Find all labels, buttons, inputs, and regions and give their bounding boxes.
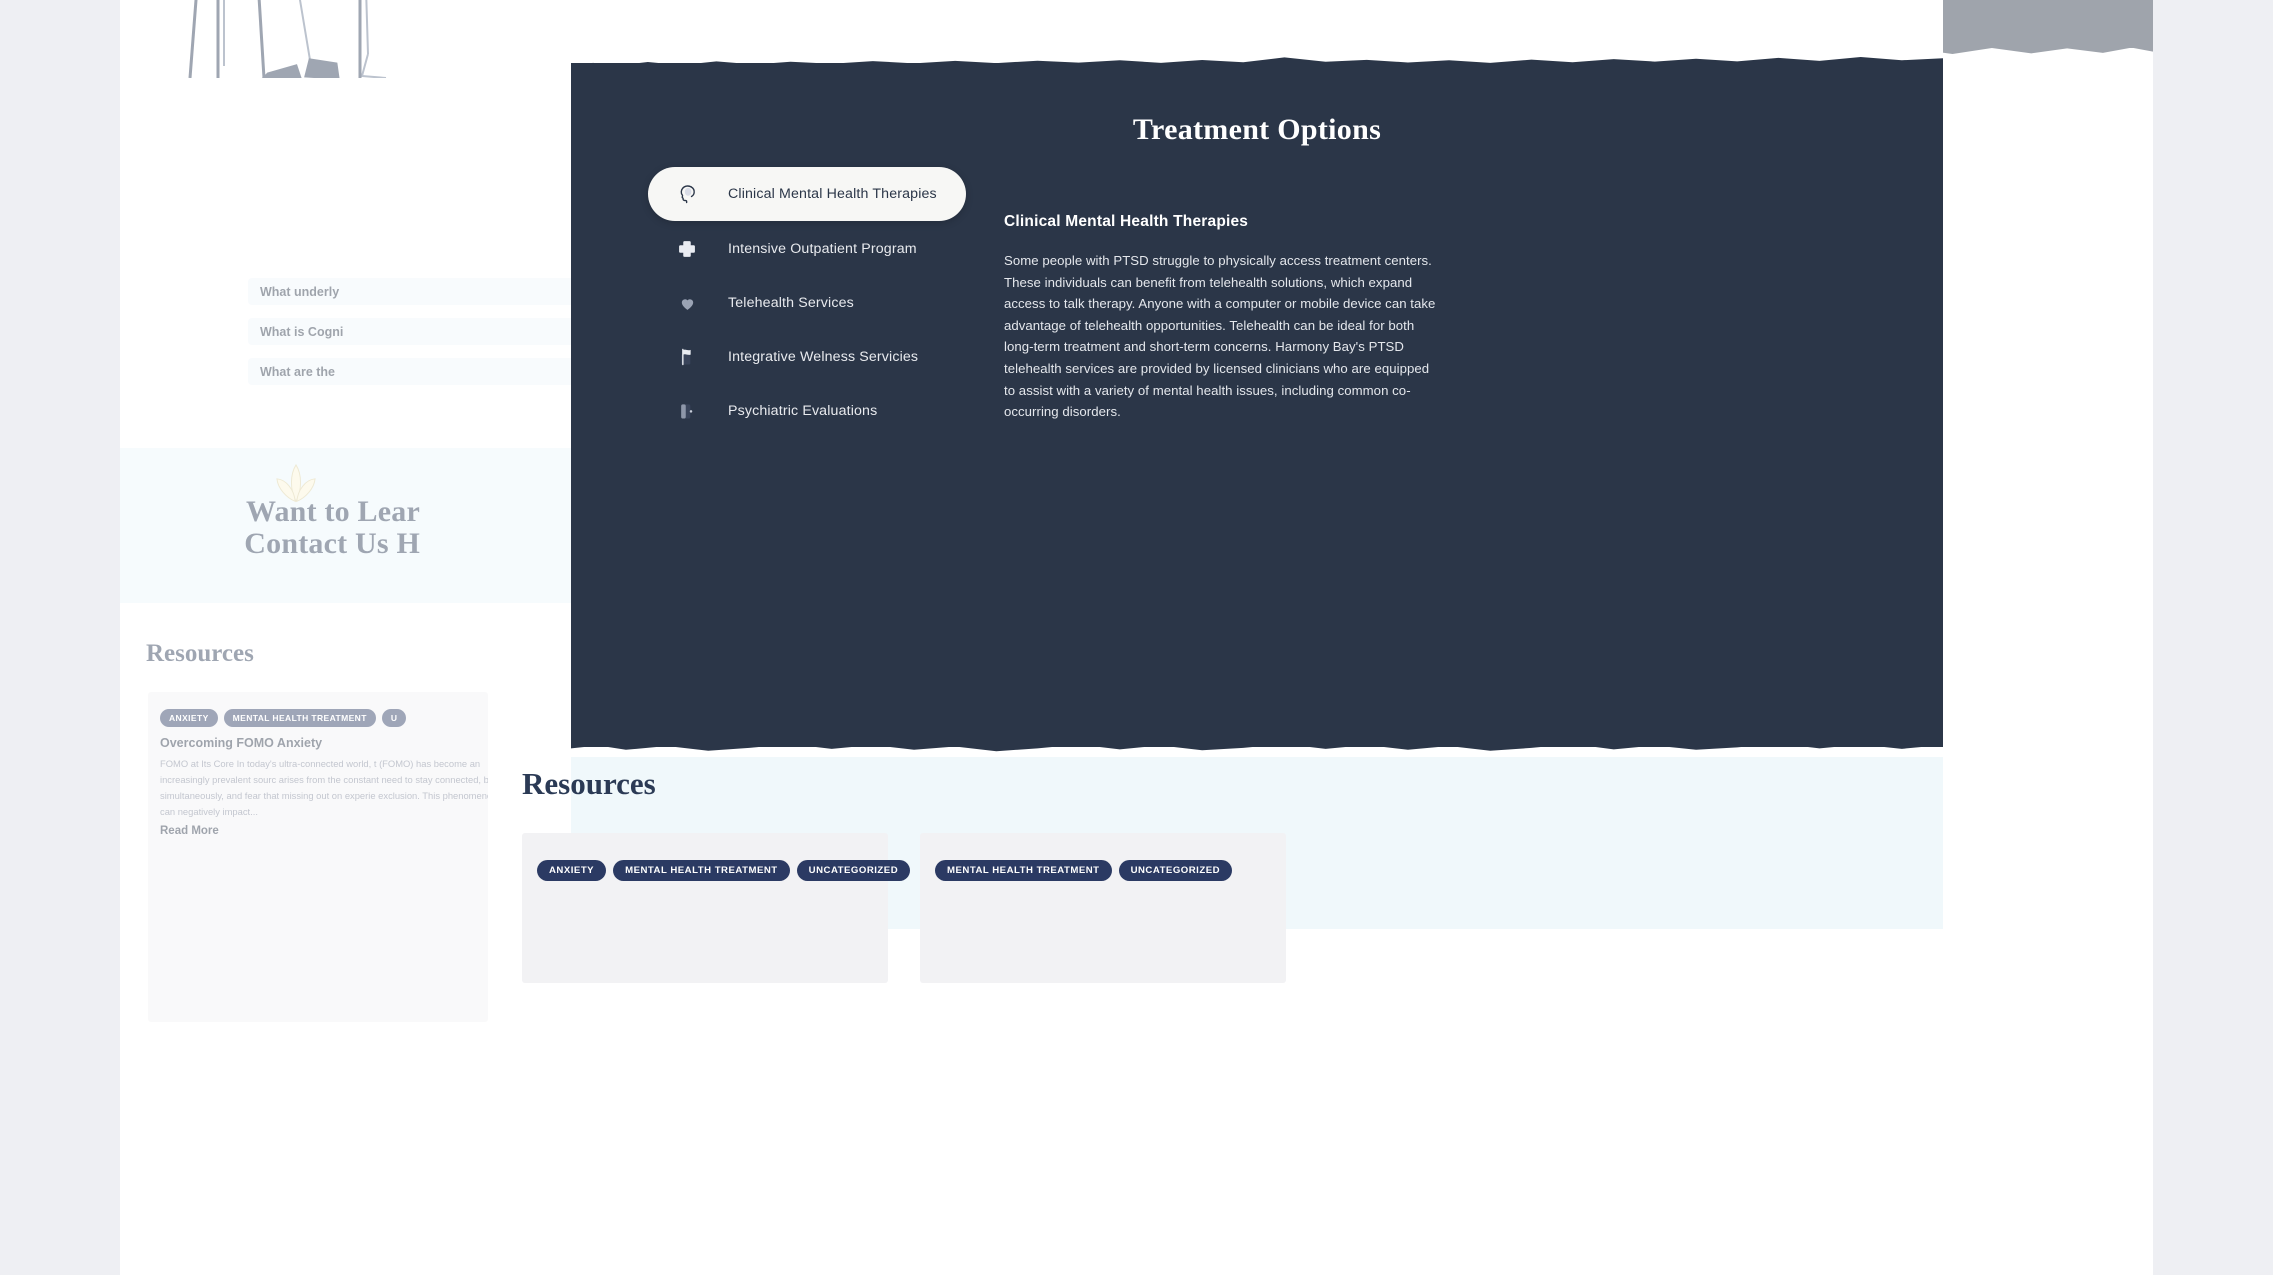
option-label: Telehealth Services xyxy=(728,295,854,311)
background-card-body: FOMO at Its Core In today's ultra-connec… xyxy=(160,758,488,817)
page-title: Treatment Options xyxy=(1132,113,1382,146)
option-label: Clinical Mental Health Therapies xyxy=(728,186,937,202)
tag-chip[interactable]: UNCATEGORIZED xyxy=(796,860,911,881)
background-cta-line2: Contact Us H xyxy=(244,527,420,560)
read-more-link[interactable]: Read More xyxy=(160,825,219,837)
option-clinical-mental-health-therapies[interactable]: Clinical Mental Health Therapies xyxy=(648,167,966,221)
option-integrative-welness-servicies[interactable]: Integrative Welness Servicies xyxy=(648,330,966,384)
faq-row-label: What is Cogni xyxy=(260,324,344,339)
treatment-options-list[interactable]: Clinical Mental Health Therapies Intensi… xyxy=(648,167,966,438)
resource-card-tags: MENTAL HEALTH TREATMENT UNCATEGORIZED xyxy=(935,860,1233,881)
treatment-options-modal: Treatment Options Clinical Mental Health… xyxy=(522,0,1943,1275)
background-card-tags: ANXIETY MENTAL HEALTH TREATMENT U xyxy=(160,709,407,727)
tag-chip[interactable]: ANXIETY xyxy=(537,860,607,881)
resource-card-tags: ANXIETY MENTAL HEALTH TREATMENT UNCATEGO… xyxy=(537,860,911,881)
resource-card[interactable]: ANXIETY MENTAL HEALTH TREATMENT UNCATEGO… xyxy=(522,833,911,983)
option-psychiatric-evaluations[interactable]: Psychiatric Evaluations xyxy=(648,384,966,438)
option-label: Intensive Outpatient Program xyxy=(728,241,917,257)
page-canvas: What underly What is Cogni What are the … xyxy=(120,0,2153,1275)
background-card-heading: Overcoming FOMO Anxiety xyxy=(160,736,323,750)
option-label: Integrative Welness Servicies xyxy=(728,349,919,365)
option-detail-pane: Clinical Mental Health Therapies Some pe… xyxy=(1004,213,1441,423)
medical-cross-icon xyxy=(675,237,699,261)
option-telehealth-services[interactable]: Telehealth Services xyxy=(648,276,966,330)
flag-icon xyxy=(675,345,699,369)
background-resources-title: Resources xyxy=(146,640,254,667)
tag-chip[interactable]: MENTAL HEALTH TREATMENT xyxy=(223,709,376,727)
faq-row-label: What underly xyxy=(260,284,340,299)
background-cta-line1: Want to Lear xyxy=(245,495,420,528)
tag-chip[interactable]: MENTAL HEALTH TREATMENT xyxy=(613,860,790,881)
resource-card[interactable]: MENTAL HEALTH TREATMENT UNCATEGORIZED xyxy=(920,833,1286,983)
tag-chip[interactable]: ANXIETY xyxy=(160,709,218,727)
head-brain-icon xyxy=(675,182,699,206)
detail-body: Some people with PTSD struggle to physic… xyxy=(1004,253,1436,420)
torn-edge-bottom xyxy=(571,733,1943,752)
option-label: Psychiatric Evaluations xyxy=(728,403,878,419)
option-intensive-outpatient-program[interactable]: Intensive Outpatient Program xyxy=(648,222,966,276)
tag-chip[interactable]: U xyxy=(381,709,407,727)
resources-title: Resources xyxy=(522,766,656,801)
detail-heading: Clinical Mental Health Therapies xyxy=(1004,213,1249,230)
resources-card-grid: ANXIETY MENTAL HEALTH TREATMENT UNCATEGO… xyxy=(522,833,1286,983)
background-resource-card[interactable]: ANXIETY MENTAL HEALTH TREATMENT U Overco… xyxy=(148,692,488,1022)
faq-row-label: What are the xyxy=(260,364,336,379)
tag-chip[interactable]: UNCATEGORIZED xyxy=(1118,860,1233,881)
clipboard-icon xyxy=(675,399,699,423)
heart-shield-icon xyxy=(675,291,699,315)
seated-people-illustration xyxy=(188,0,387,78)
tag-chip[interactable]: MENTAL HEALTH TREATMENT xyxy=(935,860,1112,881)
